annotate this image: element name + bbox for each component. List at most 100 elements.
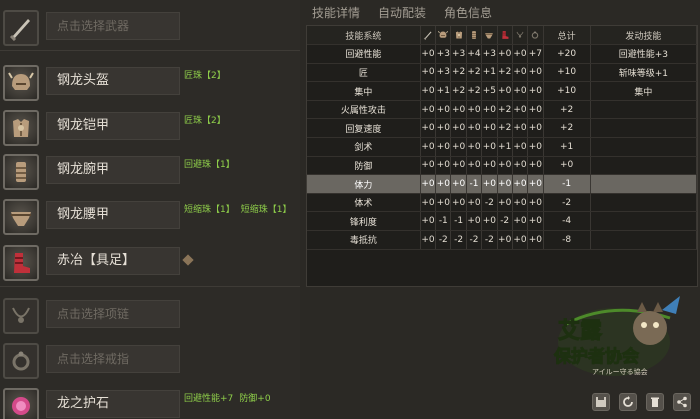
skill-point-cell: -2 (466, 230, 483, 250)
gauntlet-icon[interactable] (3, 154, 39, 190)
skill-point-cell: +7 (527, 44, 544, 64)
skill-total: -2 (543, 193, 591, 213)
ring-icon (527, 26, 544, 46)
table-row[interactable]: 集中 +0 +1 +2 +2 +5 +0 +0 +0 +10 集中 (307, 81, 698, 101)
skill-point-cell: +0 (450, 156, 467, 176)
skill-point-cell: +0 (481, 211, 498, 232)
skill-point-cell: +0 (512, 100, 529, 120)
chest-armor-icon[interactable] (3, 110, 39, 146)
equipment-slot[interactable]: 赤冶【具足】 (0, 244, 300, 286)
gauntlet-icon (466, 26, 483, 46)
skill-point-cell: +0 (420, 156, 437, 176)
share-button[interactable] (673, 393, 691, 411)
decoration-label: 短缩珠【1】 (240, 205, 292, 215)
active-skill (590, 156, 698, 176)
equipment-name[interactable]: 钢龙腰甲 (46, 201, 180, 229)
equipment-name[interactable]: 钢龙头盔 (46, 67, 180, 95)
skill-point-cell: +0 (527, 63, 544, 83)
helmet-icon[interactable] (3, 65, 39, 101)
divider (0, 50, 300, 51)
skill-point-cell: +1 (481, 63, 498, 83)
tab-auto-build[interactable]: 自动配装 (372, 3, 432, 23)
skill-point-cell: +0 (527, 100, 544, 120)
skill-point-cell: +3 (435, 44, 452, 64)
tab-skill-details[interactable]: 技能详情 (306, 3, 366, 23)
equipment-slot[interactable]: 钢龙头盔 匠珠【2】 (0, 64, 300, 106)
skill-point-cell: +0 (420, 230, 437, 250)
equipment-slot[interactable]: 钢龙铠甲 匠珠【2】 (0, 109, 300, 151)
equipment-slot[interactable]: 点击选择武器 (0, 9, 300, 51)
equipment-name[interactable]: 赤冶【具足】 (46, 247, 180, 275)
equipment-name[interactable]: 点击选择戒指 (46, 345, 180, 373)
skill-point-cell: +0 (466, 193, 483, 213)
necklace-icon[interactable] (3, 298, 39, 334)
equipment-name[interactable]: 点击选择武器 (46, 12, 180, 40)
greaves-icon[interactable] (3, 245, 39, 281)
skill-name: 剑术 (307, 137, 421, 157)
skill-point-cell: +0 (527, 137, 544, 157)
skill-point-cell: +0 (435, 174, 452, 194)
table-row[interactable]: 锋利度 +0 -1 -1 +0 +0 -2 +0 +0 -4 (307, 211, 698, 232)
skill-total: +0 (543, 156, 591, 176)
skill-point-cell: +1 (435, 81, 452, 101)
trash-button[interactable] (646, 393, 664, 411)
active-skill (590, 211, 698, 232)
skill-point-cell: +0 (481, 174, 498, 194)
equipment-name[interactable]: 钢龙铠甲 (46, 112, 180, 140)
skill-point-cell: +0 (512, 63, 529, 83)
save-button[interactable] (592, 393, 610, 411)
skill-point-cell: +2 (450, 63, 467, 83)
equipment-panel: 点击选择武器 钢龙头盔 匠珠【2】 钢龙铠甲 匠珠【2】 钢龙腕甲 回避珠【1】 钢龙腰甲 短缩… (0, 0, 300, 419)
skill-point-cell: +0 (481, 156, 498, 176)
skill-total: +2 (543, 100, 591, 120)
skill-point-cell: +0 (435, 193, 452, 213)
table-row[interactable]: 防御 +0 +0 +0 +0 +0 +0 +0 +0 +0 (307, 156, 698, 176)
skill-point-cell: +0 (527, 193, 544, 213)
weapon-icon[interactable] (3, 10, 39, 46)
decoration-list: 回避珠【1】 (184, 157, 235, 170)
skill-point-cell: +0 (435, 137, 452, 157)
equipment-slot[interactable]: 龙之护石 回避性能+7 防御+0 (0, 387, 300, 419)
equipment-slot[interactable]: 钢龙腰甲 短缩珠【1】 短缩珠【1】 (0, 198, 300, 240)
equipment-name[interactable]: 点击选择项链 (46, 300, 180, 328)
tab-character-info[interactable]: 角色信息 (438, 3, 498, 23)
table-row[interactable]: 毒抵抗 +0 -2 -2 -2 -2 +0 +0 +0 -8 (307, 230, 698, 250)
skill-total: -1 (543, 174, 591, 194)
skill-name: 匠 (307, 63, 421, 83)
ring-icon[interactable] (3, 343, 39, 379)
table-row[interactable]: 体术 +0 +0 +0 +0 -2 +0 +0 +0 -2 (307, 193, 698, 213)
equipment-slot[interactable]: 钢龙腕甲 回避珠【1】 (0, 153, 300, 195)
equipment-slot[interactable]: 点击选择戒指 (0, 342, 300, 384)
logo-graphic: 艾露 保护者协会 アイルー守る協会 (553, 296, 680, 376)
skill-point-cell: +1 (497, 137, 513, 157)
active-skill (590, 174, 698, 194)
refresh-icon (622, 396, 634, 408)
skill-point-cell: +0 (527, 174, 544, 194)
table-row[interactable]: 回避性能 +0 +3 +3 +4 +3 +0 +0 +7 +20 回避性能+3 (307, 44, 698, 64)
skill-point-cell: +0 (450, 193, 467, 213)
save-icon (595, 396, 607, 408)
skill-point-cell: +0 (450, 137, 467, 157)
equipment-name[interactable]: 龙之护石 (46, 390, 180, 418)
decoration-label: 回避珠【1】 (184, 160, 235, 170)
table-row[interactable]: 回复速度 +0 +0 +0 +0 +0 +2 +0 +0 +2 (307, 118, 698, 139)
skill-point-cell: +0 (435, 100, 452, 120)
refresh-button[interactable] (619, 393, 637, 411)
waist-armor-icon[interactable] (3, 199, 39, 235)
skill-point-cell: +3 (481, 44, 498, 64)
weapon-icon (420, 26, 437, 46)
skill-point-cell: +0 (512, 44, 529, 64)
table-row[interactable]: 火属性攻击 +0 +0 +0 +0 +0 +2 +0 +0 +2 (307, 100, 698, 120)
skill-point-cell: +0 (466, 137, 483, 157)
table-row[interactable]: 剑术 +0 +0 +0 +0 +0 +1 +0 +0 +1 (307, 137, 698, 157)
skill-point-cell: +0 (527, 118, 544, 139)
equipment-name[interactable]: 钢龙腕甲 (46, 156, 180, 184)
header-total: 总计 (543, 26, 591, 46)
table-row[interactable]: 体力 +0 +0 +0 -1 +0 +0 +0 +0 -1 (307, 174, 698, 194)
equipment-slot[interactable]: 点击选择项链 (0, 297, 300, 339)
skill-table: 技能系统 总计 发动技能 回避性能 +0 +3 +3 +4 +3 +0 +0 +7 +20 回避性能+… (307, 26, 698, 250)
table-row[interactable]: 匠 +0 +3 +2 +2 +1 +2 +0 +0 +10 斩味等级+1 (307, 63, 698, 83)
header-active-skill: 发动技能 (590, 26, 698, 46)
talisman-icon[interactable] (3, 388, 39, 419)
skill-point-cell: +0 (512, 230, 529, 250)
